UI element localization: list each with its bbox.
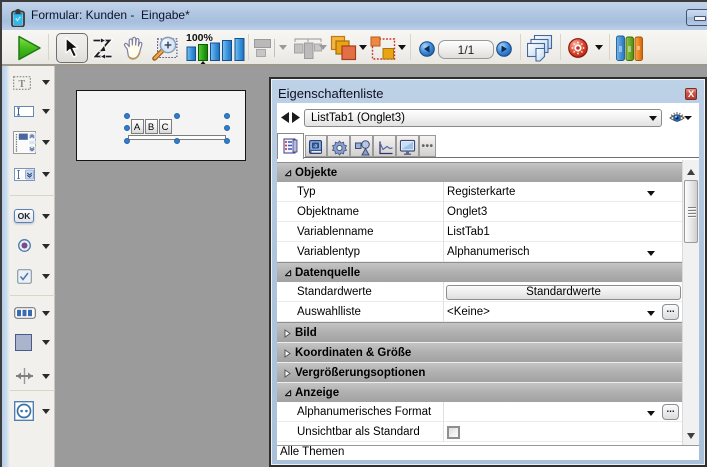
svg-text:-0: -0 xyxy=(313,143,317,148)
svg-text:T: T xyxy=(19,79,26,90)
